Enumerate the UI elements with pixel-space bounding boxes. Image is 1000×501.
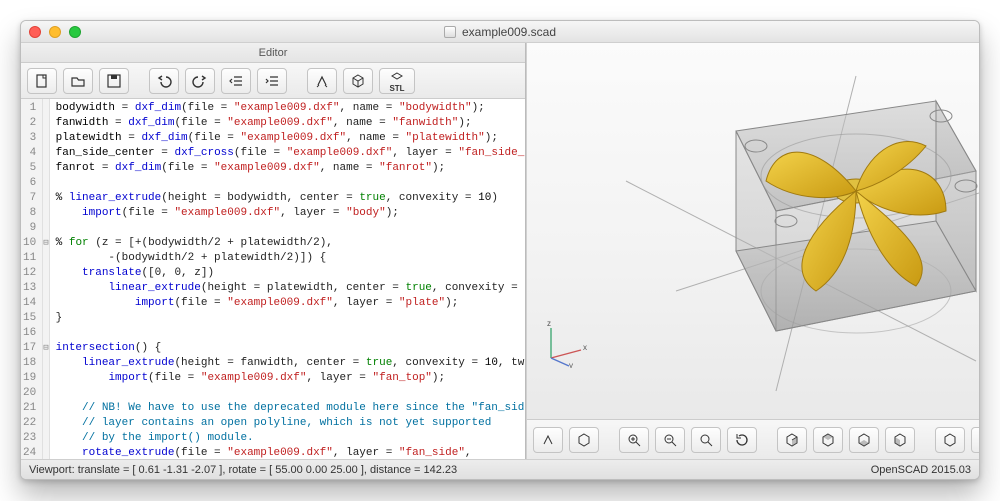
zoom-in-button[interactable]: [619, 427, 649, 453]
window-title-text: example009.scad: [462, 25, 556, 39]
viewer-pane: z x y: [526, 43, 979, 459]
preview-view-button[interactable]: [533, 427, 563, 453]
view-back-button[interactable]: [971, 427, 979, 453]
stl-label: STL: [389, 85, 404, 93]
minimize-icon[interactable]: [49, 26, 61, 38]
export-stl-button[interactable]: STL: [379, 68, 415, 94]
model-render: [606, 61, 979, 401]
svg-text:y: y: [569, 361, 573, 368]
open-button[interactable]: [63, 68, 93, 94]
editor-header-label: Editor: [259, 47, 288, 59]
app-window: example009.scad Editor: [20, 20, 980, 480]
window-title: example009.scad: [444, 25, 556, 39]
statusbar: Viewport: translate = [ 0.61 -1.31 -2.07…: [21, 459, 979, 479]
view-top-button[interactable]: [813, 427, 843, 453]
editor-pane: Editor STL: [21, 43, 526, 459]
zoom-out-button[interactable]: [655, 427, 685, 453]
editor-header: Editor: [21, 43, 525, 63]
document-icon: [444, 26, 456, 38]
code-text[interactable]: bodywidth = dxf_dim(file = "example009.d…: [50, 99, 525, 459]
viewer-canvas[interactable]: z x y: [527, 43, 979, 419]
status-viewport: Viewport: translate = [ 0.61 -1.31 -2.07…: [29, 464, 457, 476]
line-gutter: 1 2 3 4 5 6 7 8 9 10 11 12 13 14 15 16 1…: [21, 99, 43, 459]
view-right-button[interactable]: [777, 427, 807, 453]
zoom-icon[interactable]: [69, 26, 81, 38]
unindent-button[interactable]: [221, 68, 251, 94]
zoom-fit-button[interactable]: [691, 427, 721, 453]
render-view-button[interactable]: [569, 427, 599, 453]
view-left-button[interactable]: [885, 427, 915, 453]
indent-button[interactable]: [257, 68, 287, 94]
code-editor[interactable]: 1 2 3 4 5 6 7 8 9 10 11 12 13 14 15 16 1…: [21, 99, 525, 459]
viewer-toolbar: [527, 419, 979, 459]
editor-toolbar: STL: [21, 63, 525, 99]
undo-button[interactable]: [149, 68, 179, 94]
preview-button[interactable]: [307, 68, 337, 94]
axes-gizmo: z x y: [539, 318, 589, 371]
view-front-button[interactable]: [935, 427, 965, 453]
reset-view-button[interactable]: [727, 427, 757, 453]
traffic-lights: [29, 26, 81, 38]
status-version: OpenSCAD 2015.03: [871, 464, 971, 476]
svg-text:z: z: [547, 319, 551, 328]
new-button[interactable]: [27, 68, 57, 94]
svg-text:x: x: [583, 343, 587, 352]
save-button[interactable]: [99, 68, 129, 94]
titlebar[interactable]: example009.scad: [21, 21, 979, 43]
view-bottom-button[interactable]: [849, 427, 879, 453]
render-button[interactable]: [343, 68, 373, 94]
redo-button[interactable]: [185, 68, 215, 94]
close-icon[interactable]: [29, 26, 41, 38]
